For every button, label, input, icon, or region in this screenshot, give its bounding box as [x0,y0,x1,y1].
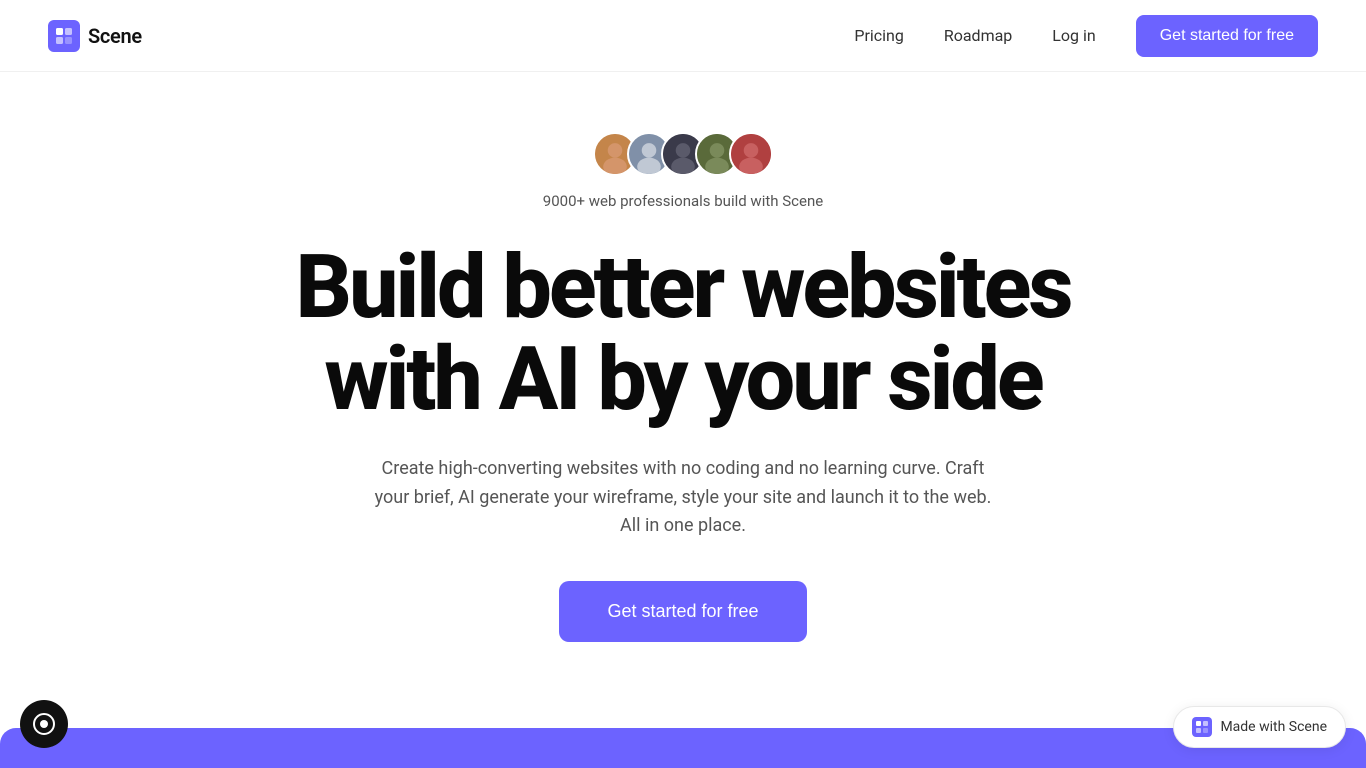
made-with-text: Made with Scene [1220,719,1327,735]
logo[interactable]: Scene [48,20,142,52]
avatars-row [593,132,773,176]
nav-cta-button[interactable]: Get started for free [1136,15,1318,57]
logo-text: Scene [88,24,142,48]
nav-links: Pricing Roadmap Log in Get started for f… [854,15,1318,57]
hero-section: 9000+ web professionals build with Scene… [0,72,1366,642]
avatar-stack [593,132,773,176]
hero-subheadline: Create high-converting websites with no … [373,455,993,541]
hero-cta-button[interactable]: Get started for free [559,581,806,642]
avatar-5 [729,132,773,176]
bottom-left-badge[interactable] [20,700,68,748]
hero-headline: Build better websites with AI by your si… [295,242,1070,427]
headline-line1: Build better websites [295,236,1070,339]
social-proof-text: 9000+ web professionals build with Scene [543,192,823,210]
nav-link-pricing[interactable]: Pricing [854,26,904,45]
nav-link-roadmap[interactable]: Roadmap [944,26,1012,45]
nav-link-login[interactable]: Log in [1052,26,1095,45]
made-with-icon [1192,717,1212,737]
bottom-accent-bar [0,728,1366,768]
made-with-scene-badge[interactable]: Made with Scene [1173,706,1346,748]
navbar: Scene Pricing Roadmap Log in Get started… [0,0,1366,72]
headline-line2: with AI by your side [295,334,1070,426]
logo-icon [48,20,80,52]
